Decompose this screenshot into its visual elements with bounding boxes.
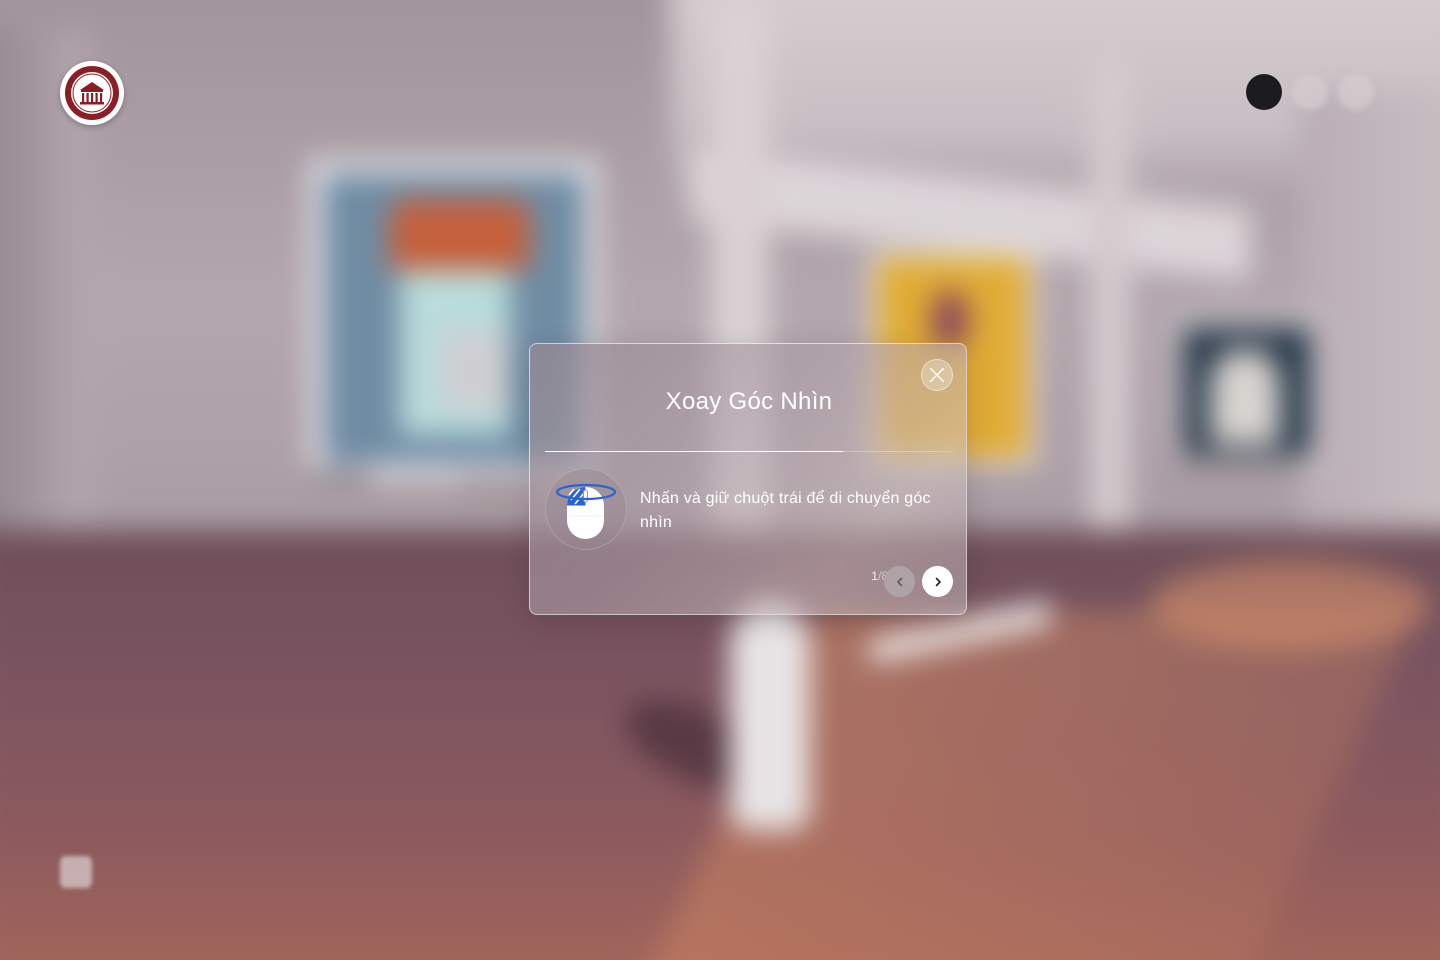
previous-step-button[interactable] [884, 566, 915, 597]
top-right-controls [1246, 74, 1374, 110]
artwork-yellow-figure [930, 290, 970, 350]
chevron-left-icon [896, 577, 902, 586]
visitor-avatar [730, 600, 810, 830]
instruction-text: Nhấn và giữ chuột trái để di chuyển góc … [640, 490, 931, 531]
next-step-button[interactable] [922, 566, 953, 597]
control-dot-dark[interactable] [1246, 74, 1282, 110]
modal-title: Xoay Góc Nhìn [665, 388, 833, 415]
right-wall [1300, 90, 1440, 570]
step-current: 1 [871, 569, 878, 583]
artwork-plaque [1170, 460, 1300, 480]
bottom-left-control[interactable] [60, 856, 92, 888]
right-pillar [1090, 60, 1130, 530]
control-dot[interactable] [1338, 74, 1374, 110]
instruction-illustration [545, 468, 627, 550]
step-progress-track [545, 451, 953, 452]
step-counter: 1/8 [848, 569, 888, 583]
artwork-dark-figure [1210, 350, 1280, 445]
step-progress-fill [545, 451, 843, 452]
artwork-plaque [310, 470, 370, 484]
control-dot[interactable] [1292, 74, 1328, 110]
museum-seal-logo-icon [65, 66, 119, 120]
close-icon [929, 367, 945, 383]
artwork-portrait-hat [390, 200, 530, 270]
artwork-portrait-beard [440, 330, 510, 410]
sunlight-patch [1150, 560, 1430, 650]
mouse-rotate-icon [555, 483, 617, 539]
close-button[interactable] [921, 359, 953, 391]
artwork-plaque [460, 475, 530, 499]
museum-logo[interactable] [60, 61, 124, 125]
chevron-right-icon [935, 577, 941, 586]
tutorial-modal: Xoay Góc Nhìn Nhấn và giữ chuột trái để … [529, 343, 967, 615]
